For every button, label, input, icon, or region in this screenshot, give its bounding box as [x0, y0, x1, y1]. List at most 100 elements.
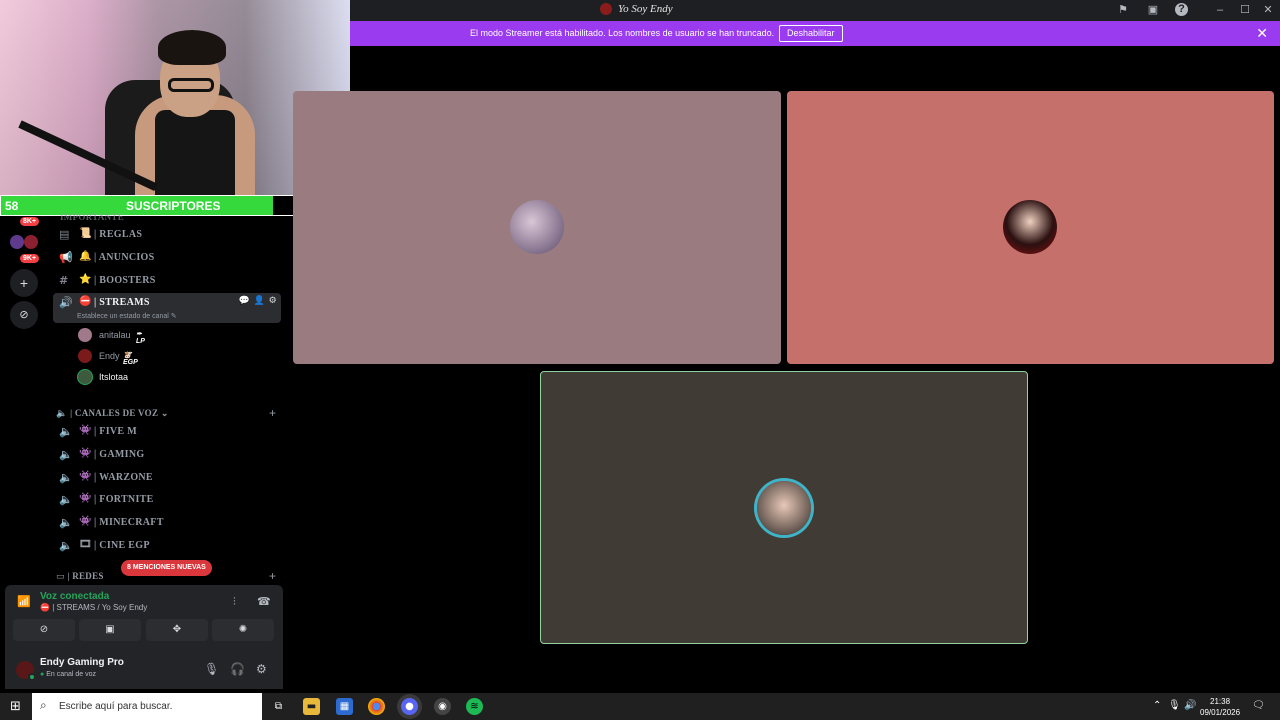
avatar	[757, 481, 811, 535]
channel-boosters[interactable]: # ⭐ | BOOSTERS	[48, 271, 284, 291]
goal-current: 58	[5, 199, 19, 213]
disable-streamer-mode-button[interactable]: Deshabilitar	[779, 25, 843, 42]
close-window-button[interactable]: ✕	[1260, 3, 1276, 17]
speaker-icon: 🔈	[59, 493, 73, 506]
category-voice-channels[interactable]: 🔈 | CANALES DE VOZ ⌄	[56, 408, 169, 419]
channel-gaming[interactable]: 🔈 👾 | GAMING	[48, 445, 284, 465]
voice-user-name: Itslotaa	[99, 372, 129, 382]
settings-icon[interactable]: ⚙	[269, 296, 277, 306]
chat-icon[interactable]: 💬	[239, 296, 251, 306]
invite-icon[interactable]: 👤	[254, 296, 266, 306]
channel-streams[interactable]: 🔊 ⛔ | STREAMS Establece un estado de can…	[53, 293, 281, 323]
inbox-flag-icon[interactable]: ⚑	[1115, 3, 1131, 17]
avatar	[78, 370, 92, 384]
discord-icon[interactable]: ●	[401, 698, 418, 715]
video-tile-speaking[interactable]	[540, 371, 1028, 644]
megaphone-icon: 📢	[59, 251, 73, 264]
channel-label: | CINE EGP	[94, 540, 150, 551]
task-view-icon[interactable]: ⧉	[270, 698, 287, 715]
add-channel-icon[interactable]: +	[269, 569, 276, 583]
voice-status-icon: ●	[40, 671, 45, 678]
channel-label: | FIVE M	[94, 426, 137, 437]
spotify-icon[interactable]: ≋	[466, 698, 483, 715]
clock-date: 09/01/2026	[1200, 708, 1241, 717]
title-bar: Yo Soy Endy ⚑ ▣ ? – ☐ ✕	[350, 0, 1280, 21]
no-entry-icon: ⛔	[40, 603, 50, 612]
help-icon[interactable]: ?	[1175, 3, 1188, 16]
add-server-icon[interactable]: +	[10, 269, 38, 297]
disconnect-icon[interactable]: ☎	[257, 595, 271, 608]
screen-share-button[interactable]: ▣	[79, 619, 141, 641]
category-label: | CANALES DE VOZ	[70, 408, 159, 418]
discover-icon[interactable]: ⊘	[10, 301, 38, 329]
windows-start-icon[interactable]: ⊞	[10, 699, 21, 714]
video-tile[interactable]	[293, 91, 781, 364]
headphones-icon[interactable]: 🎧	[230, 662, 245, 676]
video-tile[interactable]	[787, 91, 1274, 364]
signal-icon[interactable]: 📶	[17, 595, 31, 608]
channel-emoji: ⭐	[79, 274, 92, 285]
search-placeholder: Escribe aquí para buscar.	[59, 701, 173, 712]
category-important[interactable]: IMPORTANTE	[60, 212, 124, 222]
file-explorer-icon[interactable]: ▬	[303, 698, 320, 715]
microphone-icon[interactable]: 🎙	[204, 662, 219, 676]
window-title-text: Yo Soy Endy	[618, 3, 673, 15]
notifications-icon[interactable]: 🗨	[1252, 700, 1265, 711]
inbox-icon[interactable]: ▣	[1145, 3, 1161, 17]
server-icon[interactable]	[10, 235, 24, 249]
rules-icon: ▤	[59, 228, 70, 241]
film-icon: 🎞	[79, 539, 92, 550]
close-banner-icon[interactable]: ✕	[1256, 25, 1268, 42]
user-name[interactable]: Endy Gaming Pro	[40, 657, 124, 668]
channel-reglas[interactable]: ▤ 📜 | REGLAS	[48, 225, 284, 245]
search-icon: ⌕	[40, 698, 47, 712]
chevron-down-icon: ⌄	[160, 408, 169, 418]
speaker-icon: 🔈	[59, 539, 73, 552]
chevron-up-icon[interactable]: ⌃	[1153, 700, 1161, 711]
minimize-button[interactable]: –	[1212, 3, 1228, 17]
microphone-icon[interactable]: 🎙	[1168, 700, 1181, 711]
server-badge: 8K+	[20, 217, 40, 226]
server-badge: 9K+	[20, 254, 40, 263]
channel-cine-egp[interactable]: 🔈 🎞 | CINE EGP	[48, 536, 284, 556]
voice-location: ⛔ | STREAMS / Yo Soy Endy	[40, 603, 147, 612]
category-redes[interactable]: ▭ | REDES	[56, 571, 104, 582]
voice-user-tag: 🐮 EGP	[123, 352, 138, 366]
voice-status[interactable]: Voz conectada	[40, 591, 109, 602]
channel-warzone[interactable]: 🔈 👾 | WARZONE	[48, 468, 284, 488]
app-logo-icon	[600, 3, 612, 15]
channel-status-prompt[interactable]: Establece un estado de canal ✎	[77, 312, 177, 320]
volume-icon[interactable]: 🔊	[1184, 700, 1196, 711]
new-mentions-badge[interactable]: 8 MENCIONES NUEVAS	[121, 560, 212, 576]
channel-fortnite[interactable]: 🔈 👾 | FORTNITE	[48, 490, 284, 510]
taskbar-clock[interactable]: 21:38 09/01/2026	[1200, 696, 1240, 718]
channel-five-m[interactable]: 🔈 👾 | FIVE M	[48, 422, 284, 442]
voice-channel-icon: 🔊	[59, 296, 73, 309]
taskbar-search[interactable]: ⌕ Escribe aquí para buscar.	[32, 693, 262, 720]
store-icon[interactable]: ▦	[336, 698, 353, 715]
channel-list: IMPORTANTE ▤ 📜 | REGLAS 📢 🔔 | ANUNCIOS #…	[48, 212, 288, 586]
camera-off-button[interactable]: ⊘	[13, 619, 75, 641]
user-status-text: En canal de voz	[46, 671, 96, 678]
hash-icon: #	[59, 274, 69, 287]
noise-suppression-icon[interactable]: ⫶	[233, 595, 236, 609]
alien-monster-icon: 👾	[79, 425, 92, 436]
app-icon[interactable]: ◉	[434, 698, 451, 715]
chrome-icon[interactable]	[368, 698, 385, 715]
speaker-icon: 🔈	[59, 516, 73, 529]
server-icon[interactable]	[24, 235, 38, 249]
channel-minecraft[interactable]: 🔈 👾 | MINECRAFT	[48, 513, 284, 533]
channel-label: | WARZONE	[94, 472, 153, 483]
settings-icon[interactable]: ⚙	[256, 662, 267, 676]
windows-taskbar: ⊞ ⌕ Escribe aquí para buscar. ⧉ ▬ ▦ ● ◉ …	[0, 693, 1280, 720]
maximize-button[interactable]: ☐	[1237, 3, 1253, 17]
activities-button[interactable]: ✥	[146, 619, 208, 641]
channel-label: | MINECRAFT	[94, 517, 164, 528]
streamer-hair	[158, 30, 226, 65]
monitor-icon: ▭	[56, 572, 65, 582]
add-channel-icon[interactable]: +	[269, 406, 276, 420]
channel-anuncios[interactable]: 📢 🔔 | ANUNCIOS	[48, 248, 284, 268]
channel-label: | BOOSTERS	[94, 275, 156, 286]
voice-location-text: | STREAMS / Yo Soy Endy	[52, 603, 148, 612]
soundboard-button[interactable]: ✺	[212, 619, 274, 641]
